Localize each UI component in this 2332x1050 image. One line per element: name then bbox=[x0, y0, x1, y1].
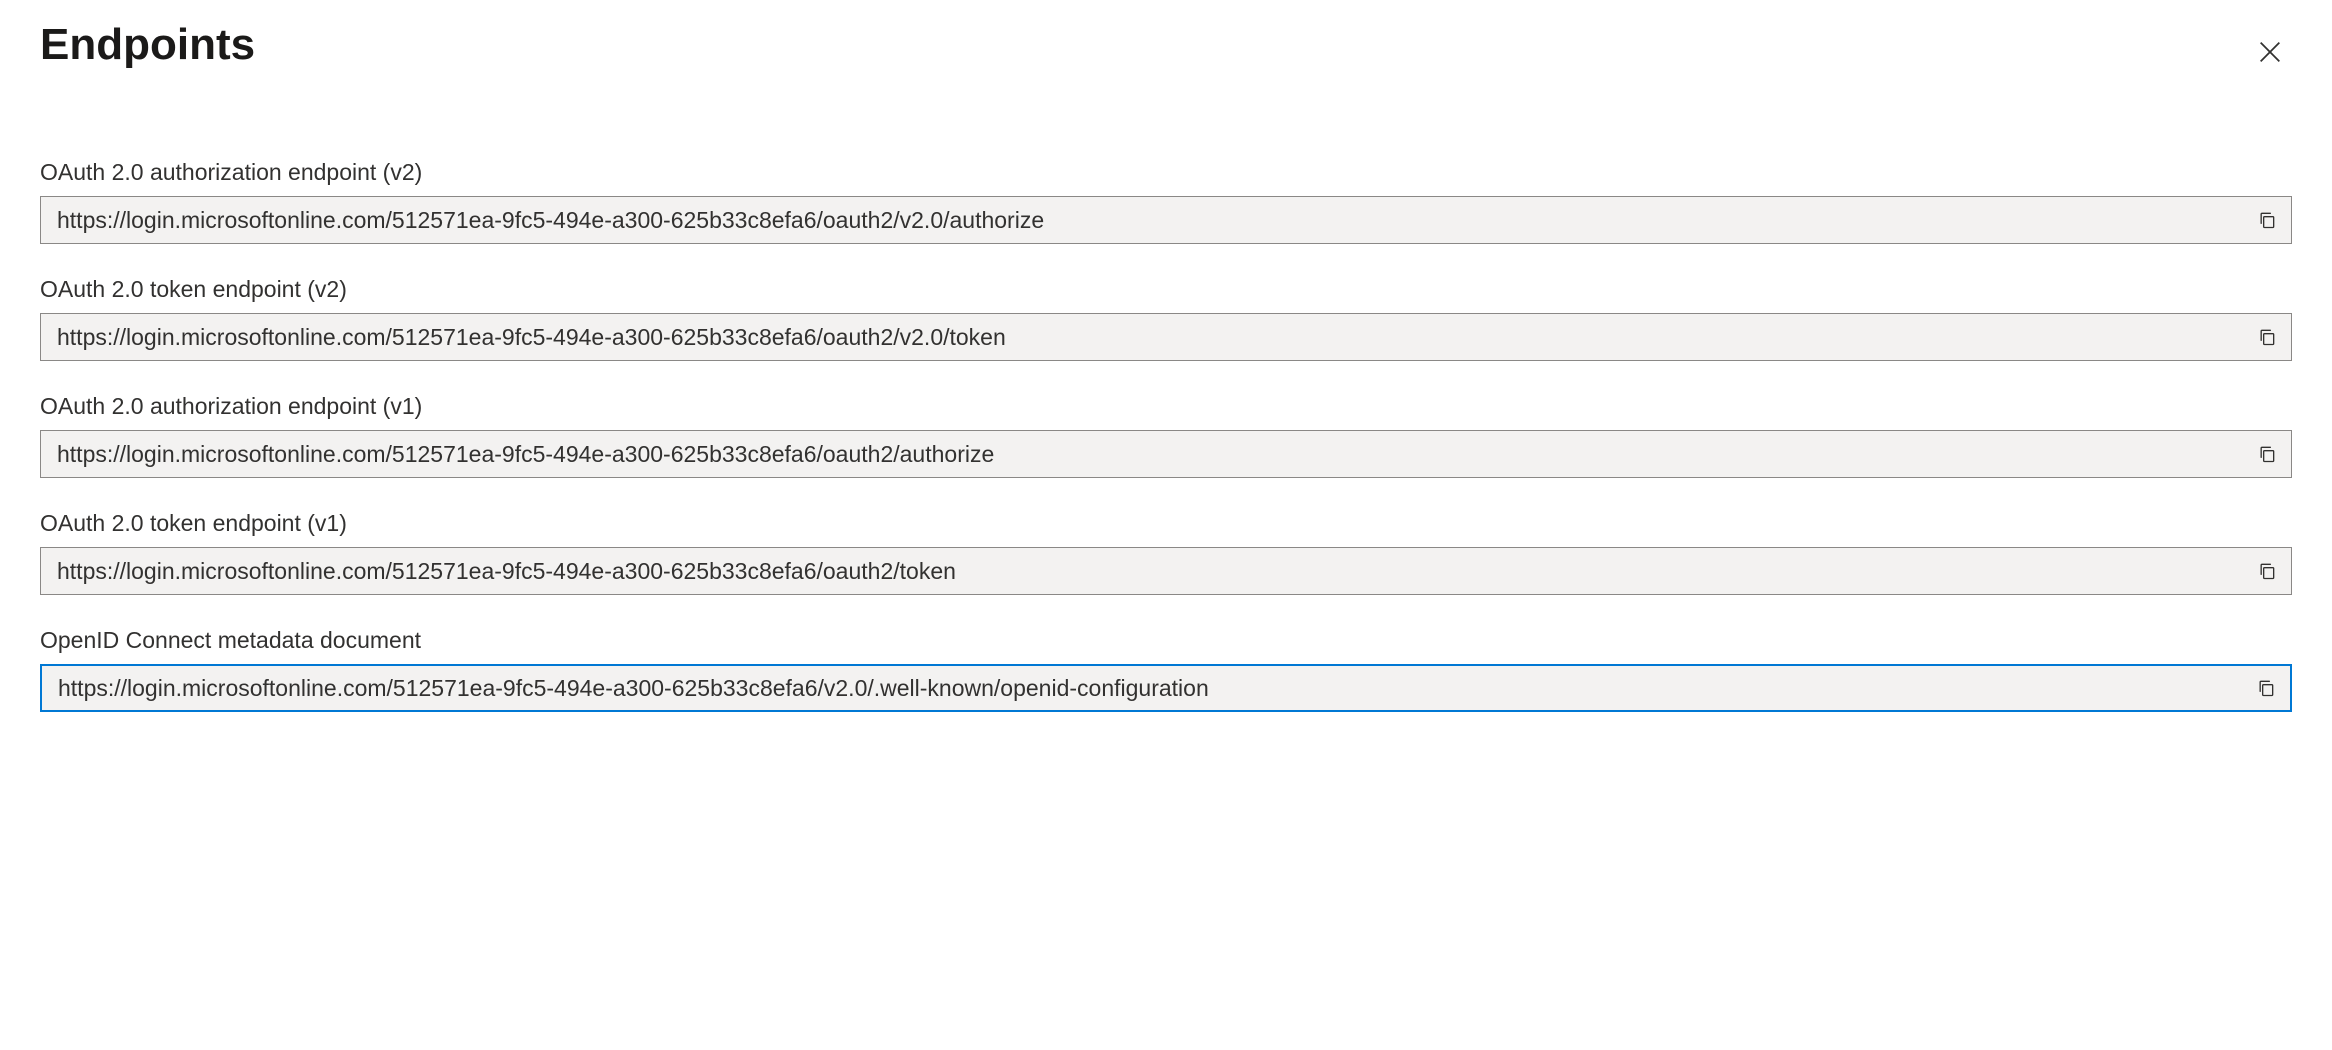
close-button[interactable] bbox=[2248, 30, 2292, 79]
copy-icon bbox=[2257, 561, 2277, 581]
endpoint-field-group: OAuth 2.0 token endpoint (v2) bbox=[40, 276, 2292, 361]
copy-icon bbox=[2257, 444, 2277, 464]
endpoint-input[interactable] bbox=[41, 431, 2243, 477]
endpoint-input-wrapper bbox=[40, 430, 2292, 478]
endpoint-field-group: OAuth 2.0 authorization endpoint (v1) bbox=[40, 393, 2292, 478]
endpoint-label: OAuth 2.0 token endpoint (v2) bbox=[40, 276, 2292, 303]
endpoint-input-wrapper bbox=[40, 313, 2292, 361]
endpoint-field-group: OpenID Connect metadata document bbox=[40, 627, 2292, 712]
copy-icon bbox=[2256, 678, 2276, 698]
endpoint-label: OAuth 2.0 authorization endpoint (v1) bbox=[40, 393, 2292, 420]
endpoint-input-wrapper bbox=[40, 547, 2292, 595]
copy-icon bbox=[2257, 210, 2277, 230]
endpoints-list: OAuth 2.0 authorization endpoint (v2) OA… bbox=[40, 159, 2292, 712]
endpoint-field-group: OAuth 2.0 authorization endpoint (v2) bbox=[40, 159, 2292, 244]
endpoint-input[interactable] bbox=[42, 666, 2242, 710]
close-icon bbox=[2256, 38, 2284, 66]
panel-header: Endpoints bbox=[40, 20, 2292, 79]
endpoint-input[interactable] bbox=[41, 314, 2243, 360]
endpoint-input[interactable] bbox=[41, 197, 2243, 243]
copy-icon bbox=[2257, 327, 2277, 347]
copy-button[interactable] bbox=[2243, 431, 2291, 477]
copy-button[interactable] bbox=[2242, 666, 2290, 710]
endpoint-label: OAuth 2.0 authorization endpoint (v2) bbox=[40, 159, 2292, 186]
endpoint-label: OAuth 2.0 token endpoint (v1) bbox=[40, 510, 2292, 537]
page-title: Endpoints bbox=[40, 20, 255, 70]
copy-button[interactable] bbox=[2243, 314, 2291, 360]
endpoint-input-wrapper bbox=[40, 196, 2292, 244]
endpoint-field-group: OAuth 2.0 token endpoint (v1) bbox=[40, 510, 2292, 595]
endpoint-label: OpenID Connect metadata document bbox=[40, 627, 2292, 654]
endpoint-input[interactable] bbox=[41, 548, 2243, 594]
endpoint-input-wrapper bbox=[40, 664, 2292, 712]
copy-button[interactable] bbox=[2243, 197, 2291, 243]
copy-button[interactable] bbox=[2243, 548, 2291, 594]
